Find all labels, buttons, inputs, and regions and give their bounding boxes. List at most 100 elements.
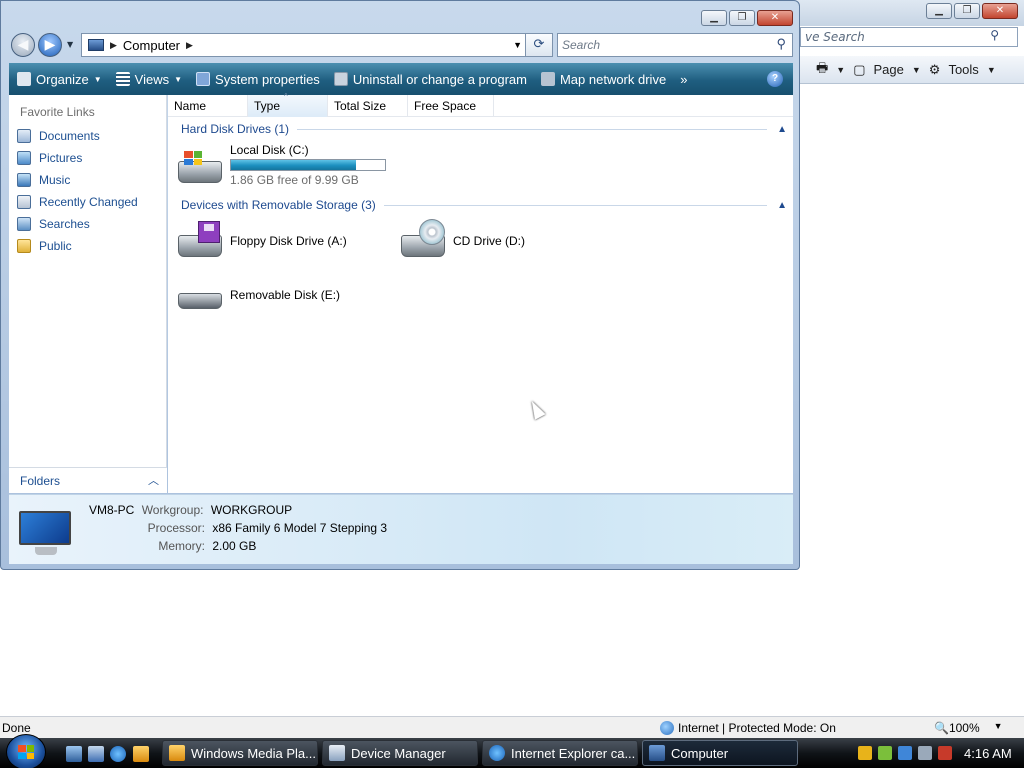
chevron-down-icon[interactable]: ▼: [994, 721, 1003, 735]
taskbar-item-label: Computer: [671, 745, 729, 761]
chevron-up-icon[interactable]: ︿: [148, 472, 159, 488]
taskbar: Windows Media Pla... Device Manager Inte…: [0, 734, 1024, 768]
sidebar-item-recently-changed[interactable]: Recently Changed: [17, 195, 138, 209]
music-icon: [17, 173, 31, 187]
media-player-icon[interactable]: [133, 746, 149, 762]
sidebar-item-label: Public: [39, 239, 72, 253]
refresh-button[interactable]: ⟳: [525, 33, 553, 57]
sidebar-item-label: Music: [39, 173, 71, 187]
address-bar[interactable]: ▶ Computer ▶ ▼: [81, 33, 529, 57]
chevron-right-icon[interactable]: ▶: [186, 40, 193, 51]
forward-button[interactable]: ▶: [38, 33, 62, 57]
free-space-text: 1.86 GB free of 9.99 GB: [230, 173, 359, 187]
taskbar-item-label: Windows Media Pla...: [191, 745, 316, 761]
uninstall-program-button[interactable]: Uninstall or change a program: [333, 72, 527, 87]
favorite-links-heading: Favorite Links: [20, 105, 95, 119]
show-desktop-icon[interactable]: [66, 746, 82, 762]
drive-cd-d[interactable]: CD Drive (D:): [399, 219, 525, 261]
network-icon[interactable]: [878, 746, 892, 760]
sidebar-item-documents[interactable]: Documents: [17, 129, 100, 143]
taskbar-item-label: Device Manager: [351, 745, 446, 761]
print-icon[interactable]: 🖶: [816, 59, 828, 81]
ie-search-box[interactable]: ve Search ⚲: [800, 27, 1018, 47]
map-drive-label: Map network drive: [559, 71, 667, 87]
taskbar-item-media-player[interactable]: Windows Media Pla...: [162, 740, 318, 766]
search-icon[interactable]: ⚲: [990, 28, 999, 42]
file-list: Name ^ Type Total Size Free Space Hard Di…: [168, 92, 793, 493]
column-header-total-size[interactable]: Total Size: [328, 95, 408, 117]
group-divider: [383, 204, 768, 206]
drive-local-disk-c[interactable]: Local Disk (C:) 1.86 GB free of 9.99 GB: [176, 143, 416, 191]
security-zone[interactable]: Internet | Protected Mode: On: [660, 721, 836, 735]
folders-toggle[interactable]: Folders ︿: [9, 467, 167, 493]
ie-maximize-button[interactable]: ❐: [954, 3, 980, 19]
display-icon[interactable]: [918, 746, 932, 760]
sidebar-item-music[interactable]: Music: [17, 173, 70, 187]
taskbar-item-computer[interactable]: Computer: [642, 740, 798, 766]
recent-pages-dropdown[interactable]: ▼: [67, 40, 73, 49]
maximize-button[interactable]: ❐: [729, 10, 755, 26]
zoom-control[interactable]: 🔍100% ▼: [934, 721, 1003, 735]
memory-value: 2.00 GB: [212, 539, 257, 553]
breadcrumb-computer[interactable]: Computer: [123, 38, 180, 53]
sidebar-item-pictures[interactable]: Pictures: [17, 151, 82, 165]
chevron-up-icon[interactable]: ▲: [777, 200, 787, 211]
ie-close-button[interactable]: ✕: [982, 3, 1018, 19]
volume-muted-icon[interactable]: [938, 746, 952, 760]
details-pane: VM8-PC Workgroup: WORKGROUP Processor: x…: [9, 494, 793, 564]
cd-drive-icon: [399, 219, 447, 261]
group-header-hard-disks[interactable]: Hard Disk Drives (1) ▲: [181, 122, 787, 136]
computer-icon: [649, 745, 665, 761]
computer-name: VM8-PC: [89, 503, 135, 517]
taskbar-item-device-manager[interactable]: Device Manager: [322, 740, 478, 766]
organize-button[interactable]: Organize ▼: [17, 72, 102, 87]
navigation-bar: ◀ ▶ ▼ ▶ Computer ▶ ▼ ⟳ Search ⚲: [9, 31, 793, 59]
updates-icon[interactable]: [898, 746, 912, 760]
start-button[interactable]: [6, 734, 46, 768]
column-header-name[interactable]: Name: [168, 95, 248, 117]
close-button[interactable]: ✕: [757, 10, 793, 26]
chevron-down-icon: ▼: [93, 74, 102, 84]
switch-windows-icon[interactable]: [88, 746, 104, 762]
help-icon[interactable]: ?: [767, 71, 783, 87]
drive-removable-e[interactable]: Removable Disk (E:): [176, 275, 340, 315]
chevron-up-icon[interactable]: ▲: [777, 124, 787, 135]
views-icon: [115, 72, 130, 86]
views-button[interactable]: Views ▼: [115, 72, 182, 87]
programs-icon: [333, 72, 348, 86]
group-header-removable-storage[interactable]: Devices with Removable Storage (3) ▲: [181, 198, 787, 212]
drive-label: Local Disk (C:): [230, 143, 309, 157]
taskbar-item-internet-explorer[interactable]: Internet Explorer ca...: [482, 740, 638, 766]
internet-explorer-icon[interactable]: [110, 746, 126, 762]
search-input[interactable]: Search ⚲: [557, 33, 793, 57]
chevron-right-icon[interactable]: ▶: [110, 40, 117, 51]
sidebar-item-label: Pictures: [39, 151, 83, 165]
ie-minimize-button[interactable]: ▁: [926, 3, 952, 19]
drive-floppy-a[interactable]: Floppy Disk Drive (A:): [176, 221, 347, 261]
chevron-down-icon[interactable]: ▼: [912, 65, 921, 75]
back-button[interactable]: ◀: [11, 33, 35, 57]
ie-caption-buttons: ▁ ❐ ✕: [926, 3, 1018, 19]
taskbar-item-label: Internet Explorer ca...: [511, 745, 636, 761]
tools-menu[interactable]: Tools: [948, 62, 978, 77]
clock[interactable]: 4:16 AM: [964, 746, 1012, 761]
security-shield-icon[interactable]: [858, 746, 872, 760]
chevron-down-icon[interactable]: ▼: [836, 65, 845, 75]
page-menu[interactable]: Page: [874, 62, 904, 77]
system-properties-button[interactable]: System properties: [196, 72, 320, 87]
map-network-drive-button[interactable]: Map network drive: [540, 71, 667, 87]
sidebar-item-searches[interactable]: Searches: [17, 217, 90, 231]
network-drive-icon: [540, 72, 555, 86]
workgroup-value: WORKGROUP: [210, 503, 293, 517]
system-properties-label: System properties: [215, 71, 320, 87]
address-dropdown-icon[interactable]: ▼: [513, 40, 522, 50]
more-commands-button[interactable]: »: [680, 72, 687, 87]
column-header-type[interactable]: ^ Type: [248, 92, 328, 117]
search-icon[interactable]: ⚲: [776, 36, 786, 52]
column-header-free-space[interactable]: Free Space: [408, 95, 494, 117]
minimize-button[interactable]: ▁: [701, 10, 727, 26]
sidebar-item-public[interactable]: Public: [17, 239, 72, 253]
windows-logo-icon: [18, 745, 34, 759]
group-divider: [297, 128, 768, 130]
chevron-down-icon[interactable]: ▼: [987, 65, 996, 75]
